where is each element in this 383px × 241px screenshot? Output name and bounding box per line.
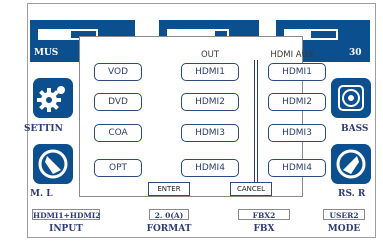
cancel-button[interactable]: CANCEL (230, 182, 272, 196)
ml-label: M. L (30, 189, 53, 199)
rsr-speaker-button[interactable] (331, 144, 371, 184)
settings-button[interactable] (33, 78, 73, 118)
source-vod-button[interactable]: VOD (94, 63, 142, 81)
source-coa-button[interactable]: COA (94, 124, 142, 142)
out-hdmi4-button[interactable]: HDMI4 (181, 159, 239, 177)
out-hdmi3-button[interactable]: HDMI3 (181, 124, 239, 142)
out-header: OUT (200, 50, 220, 60)
input-value[interactable]: HDMI1+HDMI2 (32, 209, 101, 220)
divider (257, 60, 258, 182)
mode-value[interactable]: USER2 (323, 209, 365, 220)
speaker-icon (38, 149, 68, 179)
input-label: INPUT (49, 224, 83, 234)
rsr-label: RS. R (338, 189, 366, 199)
format-label: FORMAT (146, 224, 192, 234)
aux-hdmi2-button[interactable]: HDMI2 (268, 93, 326, 111)
bass-button[interactable] (331, 78, 371, 118)
tile-label: MUS (34, 48, 59, 58)
fbx-value[interactable]: FBX2 (238, 209, 290, 220)
aux-hdmi3-button[interactable]: HDMI3 (268, 124, 326, 142)
mode-label: MODE (327, 224, 361, 234)
level-bar-fill (40, 31, 71, 38)
hdmi-aux-header: HDMI AUX (270, 50, 314, 60)
gear-icon (37, 86, 65, 112)
aux-hdmi1-button[interactable]: HDMI1 (268, 63, 326, 81)
speaker-icon (336, 149, 366, 179)
ml-speaker-button[interactable] (33, 144, 73, 184)
format-value[interactable]: 2. 0(A) (149, 209, 189, 220)
bass-label: BASS (341, 124, 369, 134)
divider (254, 60, 255, 182)
enter-button[interactable]: ENTER (148, 182, 190, 196)
settings-label: SETTIN (24, 124, 63, 134)
out-hdmi1-button[interactable]: HDMI1 (181, 63, 239, 81)
source-opt-button[interactable]: OPT (94, 159, 142, 177)
speaker-icon (338, 85, 364, 111)
out-hdmi2-button[interactable]: HDMI2 (181, 93, 239, 111)
tile-label: 30 (349, 48, 362, 58)
fbx-label: FBX (253, 224, 275, 234)
source-dvd-button[interactable]: DVD (94, 93, 142, 111)
aux-hdmi4-button[interactable]: HDMI4 (268, 159, 326, 177)
